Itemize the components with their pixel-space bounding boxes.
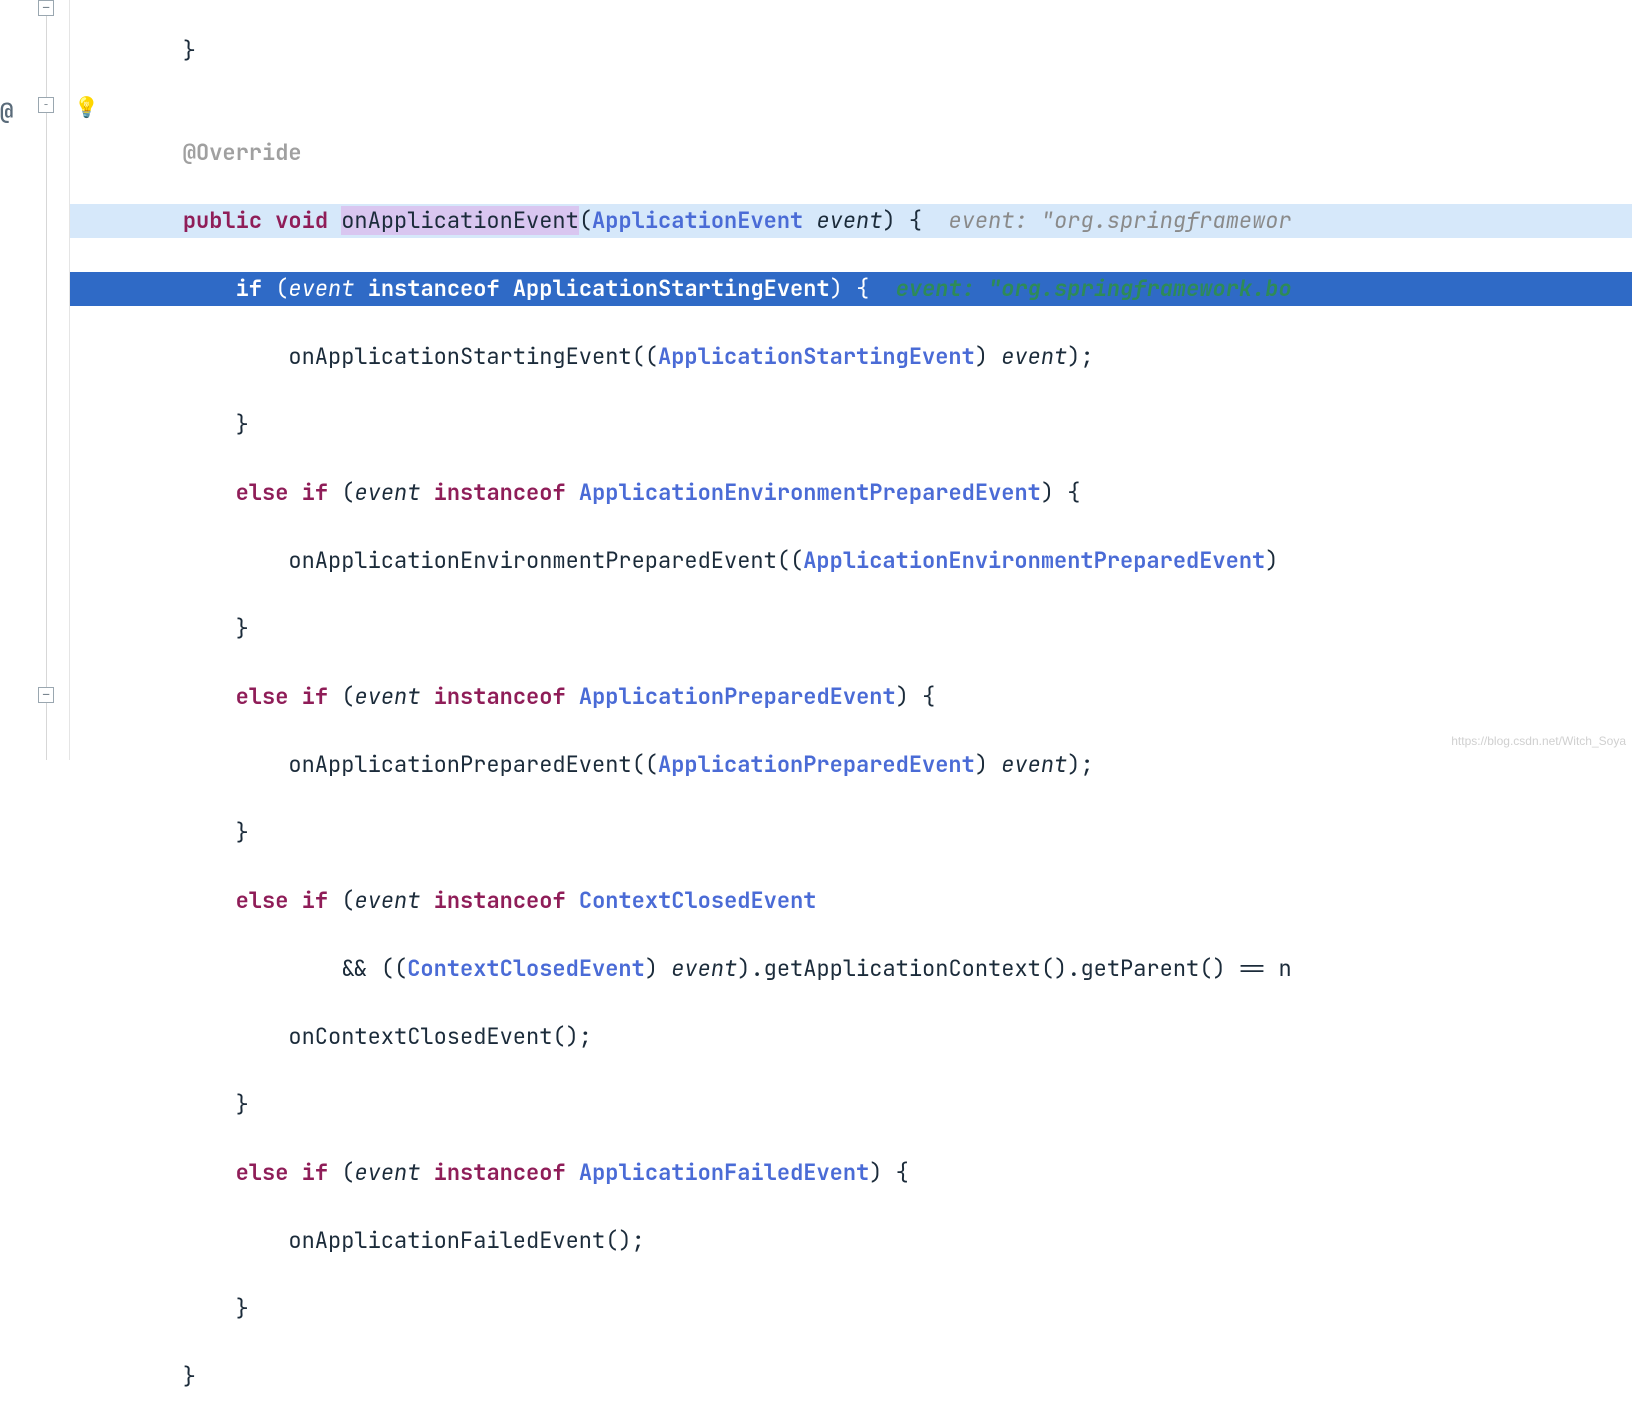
code-line[interactable]: } (70, 1360, 1632, 1394)
inline-debug-value: event: "org.springframewor (948, 206, 1291, 235)
code-line[interactable]: else if (event instanceof ApplicationFai… (70, 1156, 1632, 1190)
fold-handle-icon[interactable]: ─ (38, 687, 54, 703)
method-name-highlight: onApplicationEvent (341, 206, 579, 235)
annotation: @Override (130, 138, 302, 167)
code-line[interactable]: onApplicationEnvironmentPreparedEvent((A… (70, 544, 1632, 578)
code-line[interactable]: @Override (70, 136, 1632, 170)
code-line[interactable]: else if (event instanceof ApplicationEnv… (70, 476, 1632, 510)
inline-debug-value: event: "org.springframework.bo (896, 274, 1292, 303)
code-line[interactable]: onApplicationPreparedEvent((ApplicationP… (70, 748, 1632, 782)
gutter-marker-override-icon[interactable]: @ (0, 95, 13, 129)
code-line[interactable]: } (70, 1292, 1632, 1326)
code-line[interactable]: && ((ContextClosedEvent) event).getAppli… (70, 952, 1632, 986)
watermark-text: https://blog.csdn.net/Witch_Soya (1451, 724, 1626, 758)
code-line[interactable]: } (70, 34, 1632, 68)
code-line-current[interactable]: public void onApplicationEvent(Applicati… (70, 204, 1632, 238)
code-line[interactable]: } (70, 612, 1632, 646)
code-line[interactable]: } (70, 408, 1632, 442)
code-line[interactable]: onApplicationFailedEvent(); (70, 1224, 1632, 1258)
code-line[interactable]: onApplicationStartingEvent((ApplicationS… (70, 340, 1632, 374)
code-line-execution-point[interactable]: if (event instanceof ApplicationStarting… (70, 272, 1632, 306)
code-line[interactable]: else if (event instanceof ApplicationPre… (70, 680, 1632, 714)
code-line[interactable]: } (70, 1088, 1632, 1122)
fold-handle-icon[interactable]: − (38, 97, 54, 113)
code-line[interactable]: else if (event instanceof ContextClosedE… (70, 884, 1632, 918)
code-editor[interactable]: } @Override public void onApplicationEve… (70, 0, 1632, 1428)
code-line[interactable]: onContextClosedEvent(); (70, 1020, 1632, 1054)
code-line[interactable]: } (70, 816, 1632, 850)
fold-handle-icon[interactable]: ─ (38, 0, 54, 16)
